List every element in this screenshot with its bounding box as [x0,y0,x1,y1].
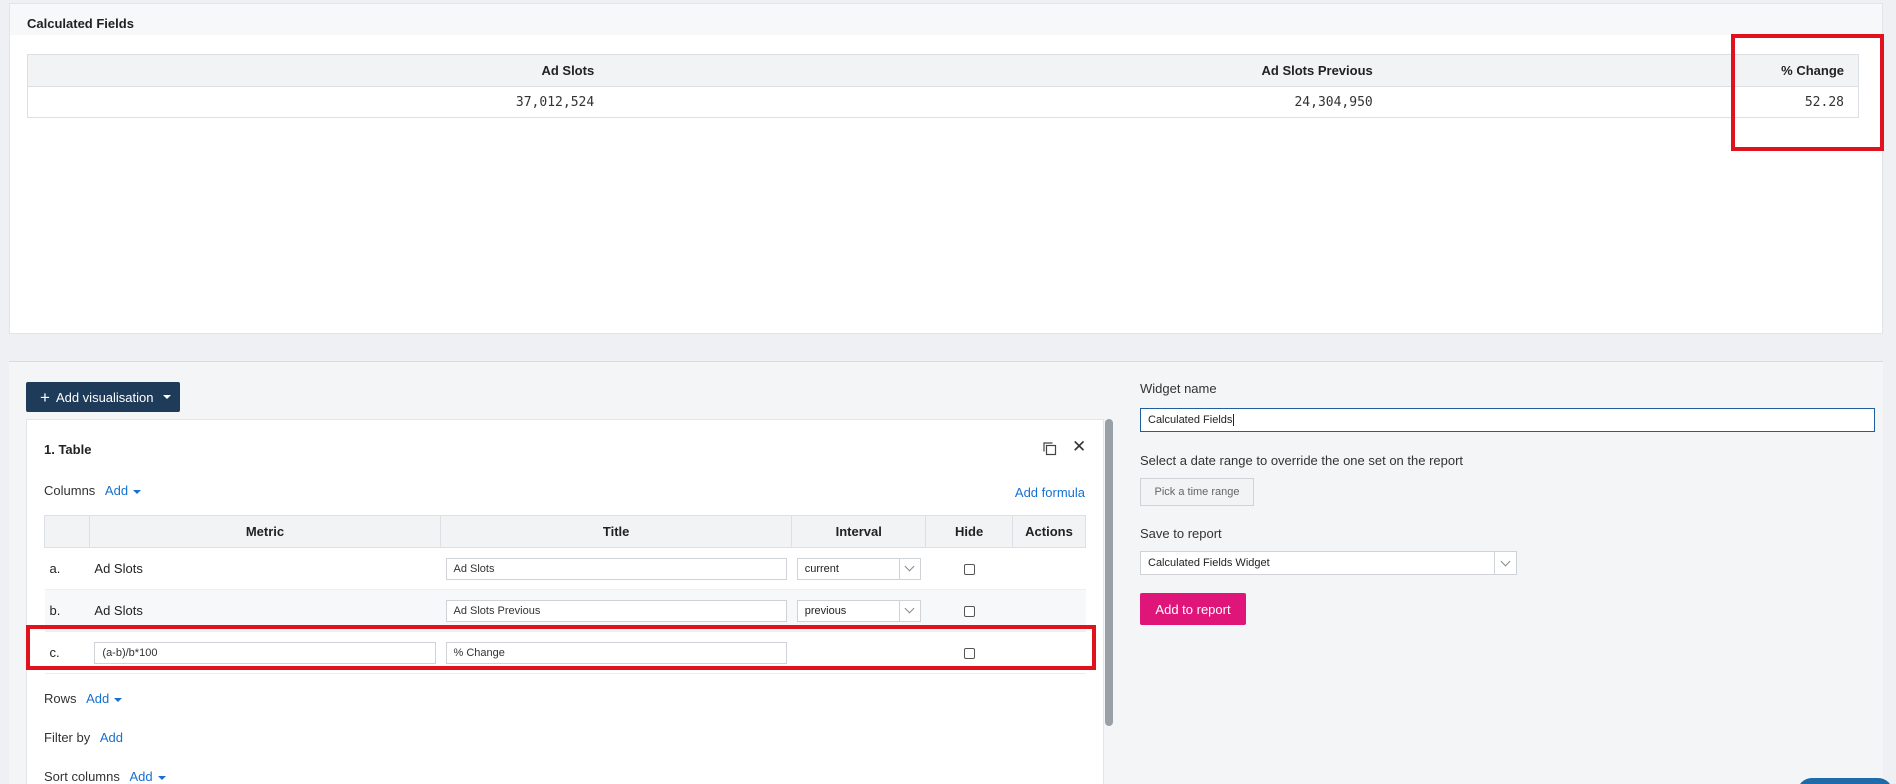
hide-checkbox[interactable] [963,564,975,576]
plus-icon: + [40,387,50,407]
chevron-down-icon [904,561,915,572]
report-select[interactable]: Calculated Fields Widget [1140,551,1517,575]
add-formula-link[interactable]: Add formula [1015,485,1085,500]
preview-header-ad-slots: Ad Slots [27,54,609,87]
actions-cell [1012,547,1086,590]
add-visualisation-button[interactable]: + Add visualisation [26,382,180,412]
header-interval: Interval [791,515,927,548]
pick-time-range-button[interactable]: Pick a time range [1140,478,1254,506]
hide-checkbox[interactable] [963,606,975,618]
table-config-card: 1. Table ✕ Columns Add Add formula Metri… [26,419,1104,784]
rows-add-link[interactable]: Add [86,691,123,706]
chevron-down-icon [904,603,915,614]
rows-label: Rows [44,691,77,706]
sort-row: Sort columns Add [44,769,166,784]
caret-down-icon [162,395,171,399]
highlight-box-percent-change [1731,34,1884,151]
sort-label: Sort columns [44,769,120,784]
preview-cell-ad-slots: 37,012,524 [515,94,595,110]
add-visualisation-label: Add visualisation [55,389,154,405]
columns-label: Columns [44,483,96,498]
card-title: 1. Table [44,442,92,457]
add-to-report-button[interactable]: Add to report [1140,593,1246,625]
preview-table: Ad Slots Ad Slots Previous % Change 37,0… [27,54,1859,118]
duplicate-icon[interactable] [1042,441,1057,456]
row-index: a. [44,547,90,590]
interval-select[interactable]: previous [796,599,921,622]
close-icon[interactable]: ✕ [1072,438,1086,455]
rows-row: Rows Add [44,691,123,706]
date-range-label: Select a date range to override the one … [1140,453,1464,468]
scrollbar[interactable] [1105,419,1113,726]
table-row: 37,012,524 24,304,950 52.28 [28,87,1859,118]
columns-add-link[interactable]: Add [105,483,142,498]
filter-label: Filter by [44,730,91,745]
preview-header-ad-slots-previous: Ad Slots Previous [608,54,1387,87]
interval-select[interactable]: current [796,557,921,580]
preview-title: Calculated Fields [10,4,1882,35]
filter-row: Filter by Add [44,730,123,745]
highlight-box-formula-row [26,625,1096,670]
header-index [44,515,90,548]
header-hide: Hide [925,515,1014,548]
save-to-report-label: Save to report [1140,526,1222,541]
preview-cell-ad-slots-previous: 24,304,950 [1294,94,1373,110]
title-input[interactable]: Ad Slots Previous [445,599,787,622]
metric-cell[interactable]: Ad Slots [89,547,441,590]
table-row: a. Ad Slots Ad Slots current [44,547,1086,590]
floating-action-button[interactable] [1797,778,1893,784]
widget-editor-panel: + Add visualisation 1. Table ✕ Columns A… [9,361,1893,784]
widget-name-input[interactable]: Calculated Fields [1140,408,1875,432]
widget-name-label: Widget name [1140,381,1217,396]
title-input[interactable]: Ad Slots [445,557,787,580]
chevron-down-icon [1500,556,1511,566]
header-actions: Actions [1012,515,1086,548]
columns-row: Columns Add [44,483,142,498]
widget-preview-panel: Calculated Fields Ad Slots Ad Slots Prev… [9,3,1884,334]
header-title: Title [440,515,793,548]
filter-add-link[interactable]: Add [100,730,123,745]
sort-add-link[interactable]: Add [130,769,166,784]
header-metric: Metric [88,515,442,548]
